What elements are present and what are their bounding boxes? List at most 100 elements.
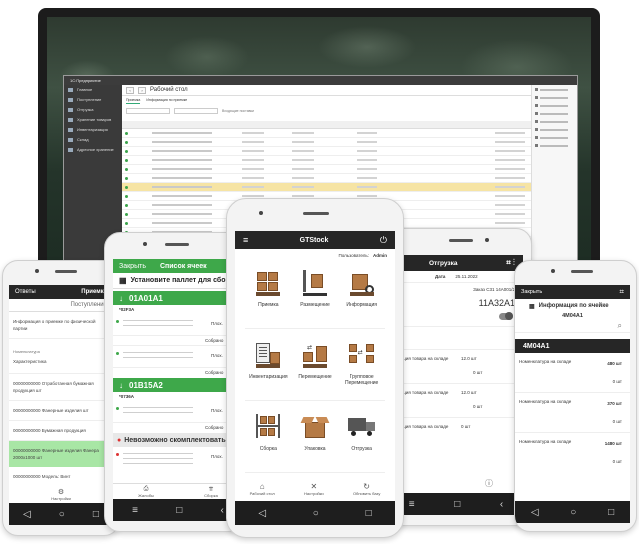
- cell-header[interactable]: ↓ 01A01A1: [113, 291, 243, 305]
- pick-row[interactable]: Плох.: [113, 314, 243, 336]
- back-nav-icon[interactable]: ◁: [258, 508, 266, 519]
- right-panel-item[interactable]: [535, 94, 574, 101]
- complaints-button[interactable]: ⎙ Жалобы: [138, 486, 154, 499]
- pick-row[interactable]: Плох.: [113, 346, 243, 368]
- ship-item[interactable]: Позиция товара на складе 0 шт ›: [389, 418, 523, 452]
- home-nav-icon[interactable]: ○: [59, 509, 65, 520]
- sidebar-item[interactable]: Адресное хранение: [64, 145, 122, 155]
- right-panel-icon: [535, 88, 538, 91]
- sidebar-item[interactable]: Главное: [64, 85, 122, 95]
- recents-nav-icon[interactable]: ≡: [409, 499, 415, 510]
- grid-row[interactable]: [122, 165, 531, 174]
- cell-sub: *02F3A: [119, 307, 135, 312]
- recents-nav-icon[interactable]: □: [608, 507, 614, 518]
- grid-row[interactable]: [122, 183, 531, 192]
- list-item[interactable]: 00000000000 Бумажная продукция: [9, 421, 113, 441]
- date-label: Дата: [435, 274, 446, 279]
- list-item[interactable]: 00000000000 Отработанная бумажная продук…: [9, 374, 113, 401]
- tile-packing[interactable]: Упаковка: [291, 407, 339, 473]
- pick-row[interactable]: Плох.: [113, 447, 243, 473]
- grid-row[interactable]: [122, 138, 531, 147]
- list-item-selected[interactable]: 00000000000 Фанерные изделия Фанера 2000…: [9, 441, 113, 467]
- right-panel-item[interactable]: [535, 110, 574, 117]
- toggle-row[interactable]: [389, 308, 523, 326]
- back-nav-icon[interactable]: ◁: [23, 509, 31, 520]
- ship-item[interactable]: Позиция товара на складе 12.0 шт 0 шт ›: [389, 350, 523, 384]
- tile-shipping[interactable]: Отгрузка: [338, 407, 385, 473]
- sidebar-item[interactable]: Поступление: [64, 95, 122, 105]
- refresh-button[interactable]: ↻ Обновить базу: [353, 482, 380, 496]
- right-panel-item[interactable]: [535, 134, 574, 141]
- screen-title: Отгрузка: [429, 259, 458, 267]
- date-to-field[interactable]: [174, 108, 218, 114]
- search-icon[interactable]: ⌕: [618, 321, 622, 331]
- barcode-scan-icon[interactable]: ⌗ ⋮: [506, 258, 515, 268]
- power-icon[interactable]: ⏻: [380, 235, 387, 246]
- clipboard-icon: [254, 342, 282, 368]
- cell-header[interactable]: ↓ 01B15A2: [113, 378, 243, 392]
- list-item[interactable]: Характеристика: [9, 356, 113, 374]
- barcode-scan-icon[interactable]: ⌗: [619, 287, 624, 297]
- status-dot: [116, 320, 119, 323]
- cell-item[interactable]: Номенклатура на складе 1480 шт 0 шт: [515, 433, 630, 473]
- recents-nav-icon[interactable]: □: [93, 509, 99, 520]
- tile-move[interactable]: ⇄ Перемещение: [291, 335, 339, 401]
- bottom-settings[interactable]: ⚙ Настройки: [9, 488, 113, 501]
- recents-nav-icon[interactable]: □: [366, 508, 372, 519]
- sidebar-item[interactable]: Отгрузка: [64, 105, 122, 115]
- alert-dot-icon: ●: [117, 436, 122, 444]
- menu-icon[interactable]: ≡: [243, 235, 248, 245]
- desktop-button[interactable]: ⌂ Рабочий стол: [250, 482, 275, 496]
- tile-placement[interactable]: Размещение: [291, 263, 339, 329]
- right-panel-item[interactable]: [535, 142, 574, 149]
- status-dot: [116, 352, 119, 355]
- sidebar-item[interactable]: Склад: [64, 135, 122, 145]
- sidebar-item[interactable]: Хранение товаров: [64, 115, 122, 125]
- forward-button[interactable]: ›: [138, 86, 146, 94]
- grid-cell: [242, 159, 264, 161]
- close-link[interactable]: Закрыть: [521, 289, 542, 295]
- tile-receiving[interactable]: Приемка: [245, 263, 292, 329]
- right-panel-item[interactable]: [535, 86, 574, 93]
- right-panel-item[interactable]: [535, 126, 574, 133]
- list-item[interactable]: 00000000000 Фанерные изделия шт: [9, 401, 113, 421]
- picking-button[interactable]: ⇈ Сборка: [204, 486, 218, 499]
- tile-information[interactable]: Информация: [338, 263, 385, 329]
- sidebar-item[interactable]: Инвентаризация: [64, 125, 122, 135]
- tile-picking[interactable]: Сборка: [245, 407, 292, 473]
- item-qty: 0 шт: [461, 424, 471, 429]
- cell-item[interactable]: Номенклатура на складе 480 шт 0 шт: [515, 353, 630, 393]
- settings-button[interactable]: ✕ Настройки: [304, 482, 324, 496]
- back-link[interactable]: Ответы: [15, 289, 36, 295]
- list-item[interactable]: 00000000000 Модель: Винт: [9, 467, 113, 486]
- grid-row[interactable]: [122, 129, 531, 138]
- back-nav-icon[interactable]: ‹: [500, 499, 503, 510]
- grid-row[interactable]: [122, 174, 531, 183]
- home-nav-icon[interactable]: ○: [313, 508, 319, 519]
- desktop-label: Рабочий стол: [249, 491, 275, 496]
- phone-picking: Закрыть Список ячеек ▦ Установите паллет…: [104, 232, 244, 532]
- tab-label[interactable]: Поступление: [9, 299, 113, 312]
- recents-nav-icon[interactable]: ≡: [132, 505, 138, 516]
- pick-row[interactable]: Плох.: [113, 401, 243, 423]
- home-nav-icon[interactable]: □: [454, 499, 460, 510]
- info-button[interactable]: ⓘ: [485, 478, 493, 489]
- tab-receiving[interactable]: Приемка: [126, 96, 141, 104]
- grid-row[interactable]: [122, 147, 531, 156]
- back-nav-icon[interactable]: ◁: [531, 507, 539, 518]
- cell-item[interactable]: Номенклатура на складе 370 шт 0 шт: [515, 393, 630, 433]
- grid-cell: [152, 150, 212, 152]
- right-panel-item[interactable]: [535, 102, 574, 109]
- back-button[interactable]: ‹: [126, 86, 134, 94]
- home-nav-icon[interactable]: □: [176, 505, 182, 516]
- grid-row[interactable]: [122, 156, 531, 165]
- tile-group-move[interactable]: ⇄ Групповое Перемещение: [338, 335, 385, 401]
- right-panel-item[interactable]: [535, 118, 574, 125]
- date-from-field[interactable]: [126, 108, 170, 114]
- back-nav-icon[interactable]: ‹: [221, 505, 224, 516]
- ship-item[interactable]: Позиция товара на складе 12.0 шт 0 шт ›: [389, 384, 523, 418]
- close-link[interactable]: Закрыть: [119, 263, 146, 270]
- home-nav-icon[interactable]: ○: [570, 507, 576, 518]
- tab-receiving-info[interactable]: Информация по приемке: [146, 96, 187, 104]
- tile-inventory[interactable]: Инвентаризация: [245, 335, 292, 401]
